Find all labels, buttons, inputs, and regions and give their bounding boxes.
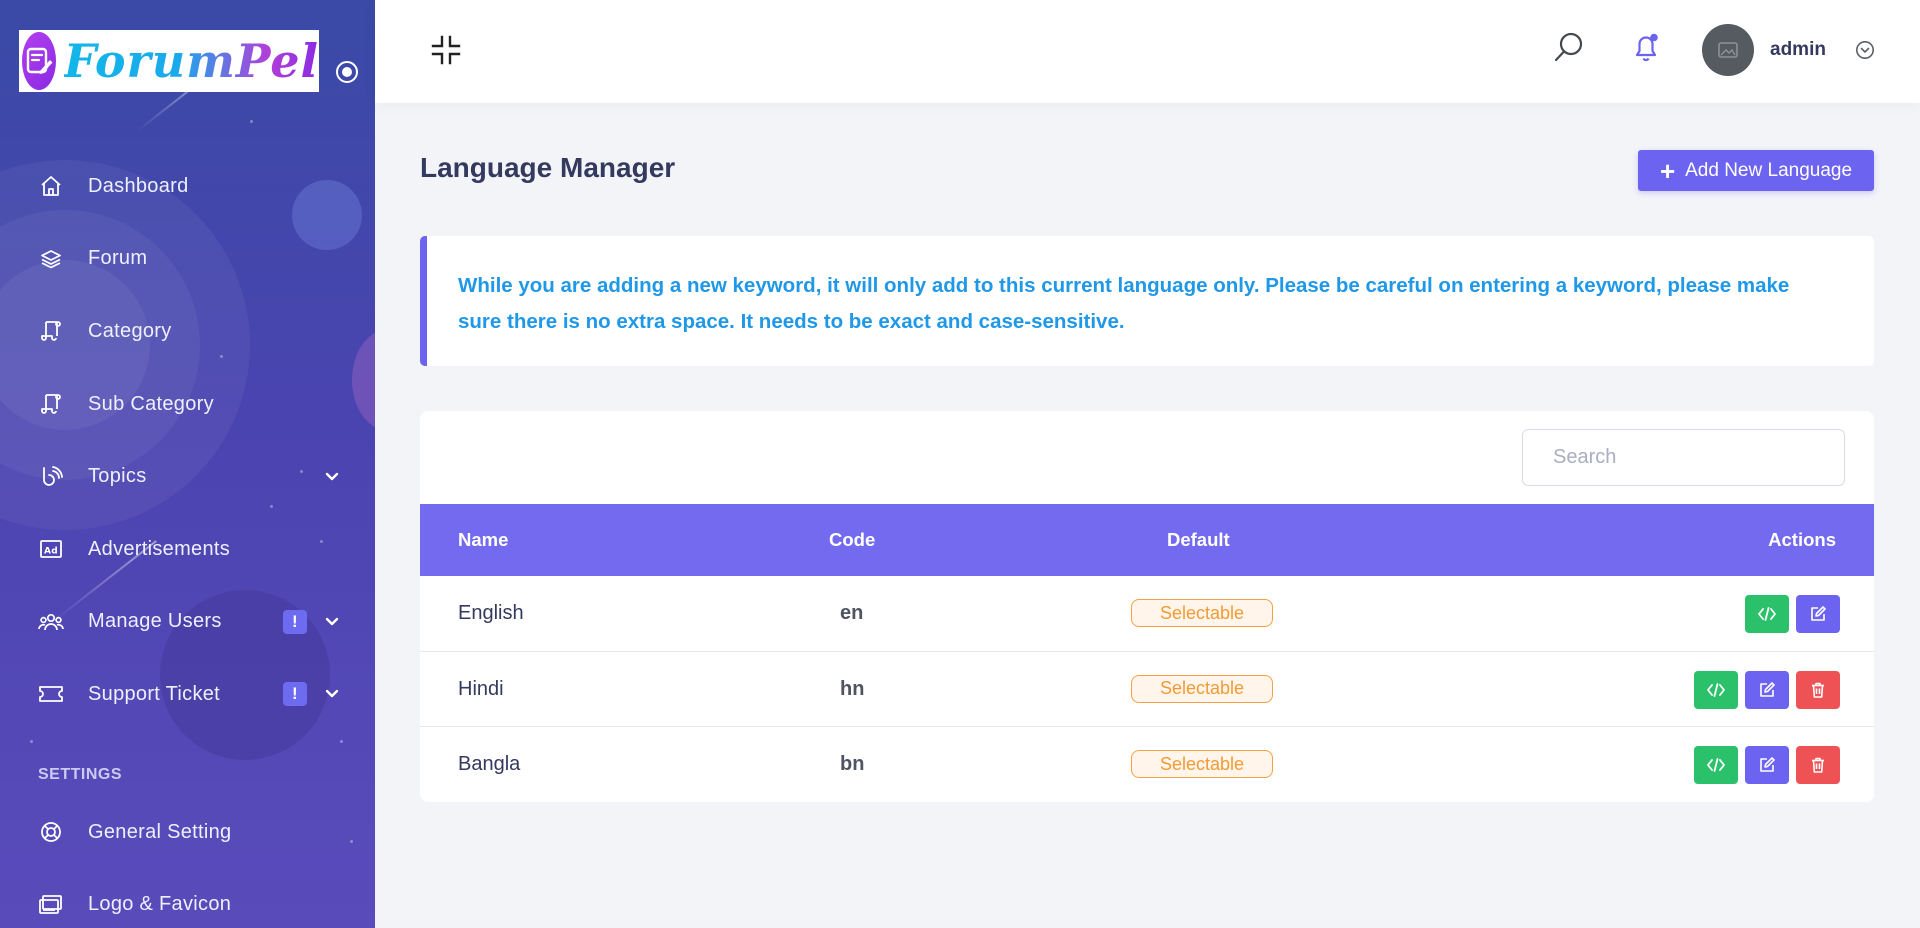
delete-language-button[interactable] <box>1796 670 1840 709</box>
users-icon <box>38 609 64 635</box>
brand-logo[interactable]: ForumPel <box>19 30 319 92</box>
chevron-down-icon <box>322 467 342 487</box>
language-code: bn <box>840 753 865 775</box>
sidebar-item-forum[interactable]: Forum <box>0 223 375 296</box>
sidebar: ForumPel Dashboard Forum Category Sub Ca… <box>0 0 375 928</box>
sidebar-item-label: Topics <box>88 465 147 488</box>
code-icon <box>1758 607 1776 621</box>
edit-icon <box>1760 681 1775 697</box>
layers-icon <box>38 246 64 272</box>
sidebar-item-label: Logo & Favicon <box>88 893 232 916</box>
chevron-down-circle-icon[interactable] <box>1855 40 1875 60</box>
sidebar-item-label: Sub Category <box>88 392 214 415</box>
user-name[interactable]: admin <box>1770 39 1826 61</box>
edit-keywords-button[interactable] <box>1694 746 1738 784</box>
sidebar-item-label: Advertisements <box>88 537 231 560</box>
column-header-code: Code <box>829 529 876 550</box>
add-new-language-label: Add New Language <box>1685 159 1853 181</box>
delete-language-button[interactable] <box>1796 746 1840 784</box>
top-header: admin <box>375 0 1920 103</box>
scroll-icon <box>38 391 64 417</box>
language-name: Bangla <box>458 753 521 775</box>
fullscreen-collapse-icon[interactable] <box>430 34 462 66</box>
sidebar-item-advertisements[interactable]: Ad Advertisements <box>0 513 375 586</box>
language-name: English <box>458 602 524 624</box>
sidebar-section-settings: SETTINGS <box>38 766 123 783</box>
table-row: Hindi hn Selectable <box>420 652 1874 727</box>
edit-language-button[interactable] <box>1745 746 1789 784</box>
page-title: Language Manager <box>420 152 676 183</box>
notepad-pen-icon <box>22 32 56 90</box>
edit-language-button[interactable] <box>1796 595 1840 633</box>
code-icon <box>1707 758 1725 772</box>
sidebar-item-category[interactable]: Category <box>0 295 375 368</box>
chevron-down-icon <box>322 612 342 632</box>
edit-icon <box>1760 757 1775 772</box>
trash-icon <box>1812 757 1824 773</box>
topics-icon <box>38 464 64 490</box>
sidebar-item-dashboard[interactable]: Dashboard <box>0 150 375 223</box>
sidebar-item-topics[interactable]: Topics <box>0 440 375 513</box>
info-alert: While you are adding a new keyword, it w… <box>420 236 1874 366</box>
lifebuoy-icon <box>38 819 64 845</box>
add-new-language-button[interactable]: + Add New Language <box>1638 150 1874 191</box>
sidebar-item-support-ticket[interactable]: Support Ticket ! <box>0 658 375 731</box>
table-header: Name Code Default Actions <box>420 504 1874 576</box>
trash-icon <box>1812 682 1824 698</box>
edit-icon <box>1811 606 1826 621</box>
alert-badge: ! <box>283 609 307 634</box>
search-icon[interactable] <box>1552 30 1586 66</box>
sidebar-item-label: Category <box>88 319 172 342</box>
chevron-down-icon <box>322 684 342 704</box>
sidebar-item-label: Forum <box>88 247 148 270</box>
sidebar-toggle-radio-icon[interactable] <box>336 61 358 83</box>
sidebar-item-label: General Setting <box>88 820 232 843</box>
sidebar-decoration <box>340 740 343 743</box>
monitor-icon <box>38 892 64 918</box>
language-code: hn <box>840 677 865 700</box>
sidebar-item-sub-category[interactable]: Sub Category <box>0 368 375 441</box>
table-row: English en Selectable <box>420 576 1874 652</box>
sidebar-nav: Dashboard Forum Category Sub Category To… <box>0 150 375 731</box>
sidebar-item-label: Support Ticket <box>88 682 221 705</box>
svg-text:Ad: Ad <box>44 547 58 557</box>
avatar[interactable] <box>1702 24 1754 76</box>
status-badge: Selectable <box>1131 674 1273 703</box>
column-header-actions: Actions <box>1768 529 1836 550</box>
scroll-icon <box>38 318 64 344</box>
language-code: en <box>840 602 864 624</box>
alert-badge: ! <box>283 682 307 707</box>
alert-text: While you are adding a new keyword, it w… <box>458 274 1790 333</box>
sidebar-item-general-setting[interactable]: General Setting <box>0 796 375 869</box>
sidebar-item-manage-users[interactable]: Manage Users ! <box>0 586 375 659</box>
code-icon <box>1707 682 1725 697</box>
notification-bell-icon[interactable] <box>1629 30 1663 66</box>
status-badge: Selectable <box>1131 750 1273 778</box>
ticket-icon <box>38 681 64 707</box>
sidebar-item-logo-favicon[interactable]: Logo & Favicon <box>0 869 375 928</box>
edit-keywords-button[interactable] <box>1694 670 1738 709</box>
edit-keywords-button[interactable] <box>1745 595 1789 633</box>
ad-icon: Ad <box>38 536 64 562</box>
sidebar-decoration <box>250 120 253 123</box>
home-icon <box>38 173 64 199</box>
status-badge: Selectable <box>1131 599 1273 627</box>
column-header-default: Default <box>1167 529 1230 550</box>
edit-language-button[interactable] <box>1745 670 1789 709</box>
language-name: Hindi <box>458 677 504 700</box>
sidebar-item-label: Dashboard <box>88 174 189 197</box>
search-input[interactable] <box>1522 429 1845 486</box>
image-placeholder-icon <box>1718 42 1738 58</box>
sidebar-item-label: Manage Users <box>88 610 222 633</box>
brand-name: ForumPel <box>63 34 319 88</box>
sidebar-settings-nav: General Setting Logo & Favicon <box>0 796 375 928</box>
table-row: Bangla bn Selectable <box>420 727 1874 802</box>
sidebar-decoration <box>30 740 33 743</box>
plus-icon: + <box>1659 155 1676 186</box>
column-header-name: Name <box>458 529 509 550</box>
language-table-card: Name Code Default Actions English en Sel… <box>420 411 1874 802</box>
